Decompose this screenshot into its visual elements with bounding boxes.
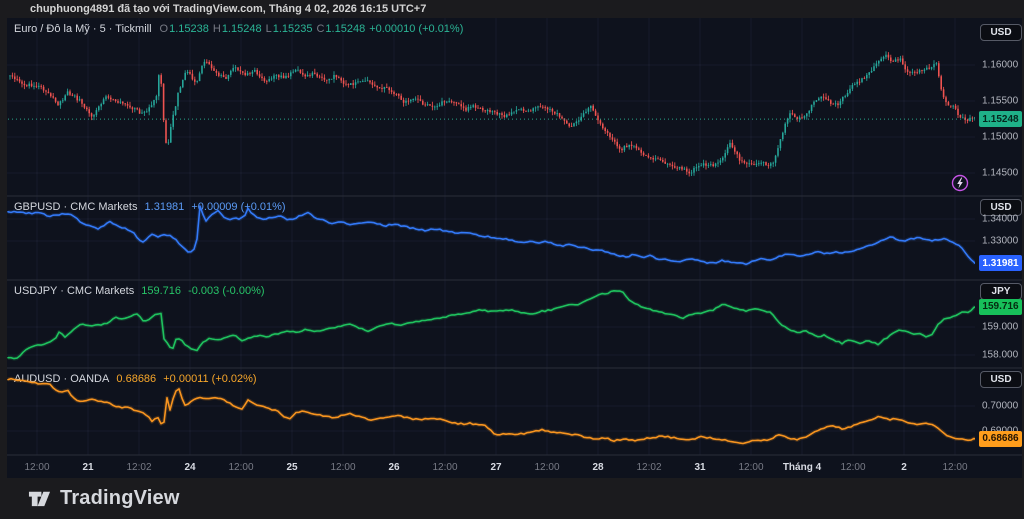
series-USDJPY: [8, 291, 975, 359]
chart-canvas[interactable]: [7, 18, 1022, 478]
series-GBPUSD: [8, 206, 975, 264]
price-scale-currency-button[interactable]: JPY: [980, 283, 1022, 300]
watermark-text: chuphuong4891 đã tạo với TradingView.com…: [30, 3, 426, 15]
boost-lightning-icon[interactable]: [950, 173, 970, 193]
footer-bar: TradingView: [0, 478, 1024, 519]
price-scale-currency-button[interactable]: USD: [980, 371, 1022, 388]
series-Euro / Đô la Mỹ: [8, 51, 976, 176]
chart-area[interactable]: Euro / Đô la Mỹ · 5 · TickmillO1.15238H1…: [7, 18, 1022, 478]
watermark-bar: chuphuong4891 đã tạo với TradingView.com…: [0, 0, 1024, 18]
series-AUDUSD: [8, 379, 975, 444]
tradingview-wordmark: TradingView: [60, 487, 180, 510]
price-scale-currency-button[interactable]: USD: [980, 199, 1022, 216]
price-scale-currency-button[interactable]: USD: [980, 24, 1022, 41]
tradingview-logo-icon: [28, 487, 51, 510]
